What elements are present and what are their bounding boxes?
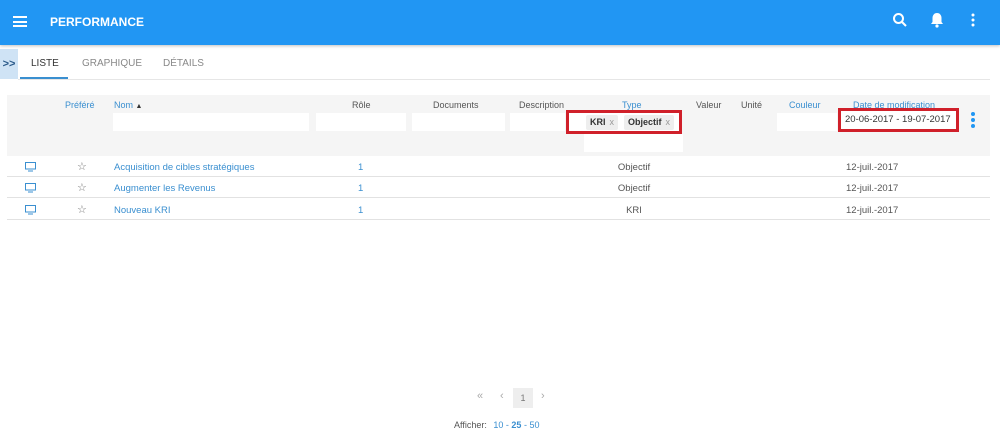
favorite-star-icon[interactable]: ☆: [77, 160, 87, 173]
tab-liste[interactable]: LISTE: [31, 58, 59, 69]
chip-label: Objectif: [628, 117, 662, 127]
favorite-star-icon[interactable]: ☆: [77, 181, 87, 194]
column-role[interactable]: Rôle: [352, 100, 371, 110]
expand-sidebar-icon[interactable]: >>: [0, 49, 18, 79]
row-type: Objectif: [617, 162, 651, 173]
role-filter-input[interactable]: [316, 113, 406, 131]
description-filter-input[interactable]: [510, 113, 565, 131]
column-options-icon[interactable]: [969, 111, 977, 132]
page-size-selector: Afficher: 10 - 25 - 50: [454, 420, 539, 430]
search-icon[interactable]: [892, 12, 908, 32]
documents-filter-input[interactable]: [412, 113, 505, 131]
chip-remove-icon[interactable]: x: [610, 117, 615, 127]
next-page-button[interactable]: ›: [541, 390, 545, 402]
chip-remove-icon[interactable]: x: [666, 117, 671, 127]
more-vertical-icon[interactable]: [968, 12, 978, 32]
row-date: 12-juil.-2017: [846, 204, 899, 216]
column-documents[interactable]: Documents: [433, 100, 479, 110]
tab-graphique[interactable]: GRAPHIQUE: [82, 58, 142, 69]
first-page-button[interactable]: «: [477, 390, 483, 402]
page-size-50[interactable]: 50: [529, 420, 539, 430]
row-role[interactable]: 1: [358, 162, 363, 173]
separator: -: [523, 420, 527, 430]
page-size-25[interactable]: 25: [511, 420, 521, 430]
page-1-button[interactable]: 1: [513, 388, 533, 408]
column-nom-label: Nom: [114, 100, 134, 110]
column-description[interactable]: Description: [519, 100, 564, 110]
divider: [18, 79, 990, 80]
column-prefere[interactable]: Préféré: [65, 100, 95, 110]
row-nom-link[interactable]: Augmenter les Revenus: [114, 183, 215, 194]
bell-icon[interactable]: [929, 12, 945, 32]
show-label: Afficher:: [454, 420, 487, 430]
type-chip-objectif[interactable]: Objectif x: [624, 115, 675, 130]
separator: -: [505, 420, 509, 430]
row-nom-link[interactable]: Acquisition de cibles stratégiques: [114, 162, 254, 173]
type-filter-input[interactable]: [584, 134, 683, 152]
monitor-icon[interactable]: [25, 162, 36, 175]
page-size-10[interactable]: 10: [493, 420, 503, 430]
column-valeur[interactable]: Valeur: [696, 100, 721, 110]
row-role[interactable]: 1: [358, 183, 363, 194]
column-type[interactable]: Type: [622, 100, 642, 110]
tab-details[interactable]: DÉTAILS: [163, 58, 204, 69]
row-date: 12-juil.-2017: [846, 183, 899, 195]
column-nom[interactable]: Nom ▲: [114, 100, 142, 110]
monitor-icon[interactable]: [25, 204, 36, 218]
row-role[interactable]: 1: [358, 205, 363, 216]
row-type: KRI: [626, 204, 642, 216]
column-couleur[interactable]: Couleur: [789, 100, 821, 110]
type-chip-kri[interactable]: KRI x: [586, 115, 618, 130]
row-nom-link[interactable]: Nouveau KRI: [114, 205, 171, 216]
prev-page-button[interactable]: ‹: [500, 390, 504, 402]
favorite-star-icon[interactable]: ☆: [77, 203, 87, 216]
nom-filter-input[interactable]: [113, 113, 309, 131]
row-date: 12-juil.-2017: [846, 162, 899, 173]
menu-icon[interactable]: [13, 16, 27, 27]
page-title: PERFORMANCE: [50, 15, 145, 29]
row-type: Objectif: [617, 183, 651, 195]
column-unite[interactable]: Unité: [741, 100, 762, 110]
sort-asc-icon: ▲: [135, 103, 143, 110]
date-range-filter[interactable]: 20-06-2017 - 19-07-2017: [838, 108, 959, 132]
couleur-filter-input[interactable]: [777, 113, 837, 131]
monitor-icon[interactable]: [25, 183, 36, 196]
top-app-bar: PERFORMANCE: [0, 0, 1000, 45]
chip-label: KRI: [590, 117, 606, 127]
